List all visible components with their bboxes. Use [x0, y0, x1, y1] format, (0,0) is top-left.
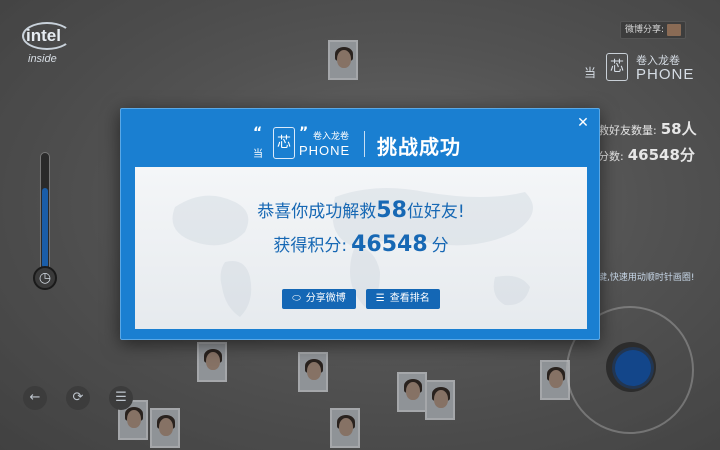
rescued-stat: 救好友数量: 58人: [598, 118, 697, 139]
result-panel: 恭喜你成功解救58位好友! 获得积分: 46548 分 ⬭ 分享微博 ☰ 查看排名: [135, 167, 587, 329]
logo-line2: PHONE: [299, 143, 351, 158]
share-weibo-button[interactable]: ⬭ 分享微博: [282, 289, 356, 309]
list-icon: ☰: [375, 293, 385, 304]
intel-logo: intel inside: [22, 22, 74, 68]
logo-word: intel: [26, 26, 61, 45]
refresh-icon[interactable]: ⟳: [66, 386, 90, 410]
dialog-header: “ 当 芯 ” 卷入龙卷 PHONE 挑战成功: [121, 125, 599, 163]
joystick-knob[interactable]: [615, 350, 651, 386]
campaign-chip: 芯: [606, 53, 628, 81]
share-button-label: 分享微博: [305, 293, 346, 304]
rescued-label: 救好友数量:: [598, 124, 657, 137]
rescued-value: 58人: [660, 120, 697, 138]
view-ranking-button[interactable]: ☰ 查看排名: [365, 289, 440, 309]
rescued-count: 58: [376, 198, 407, 223]
dialog-title: 挑战成功: [377, 135, 461, 159]
back-arrow-icon[interactable]: ←: [23, 386, 47, 410]
campaign-dang: 当: [584, 66, 597, 80]
campaign-logo: “ 当 芯 ” 卷入龙卷 PHONE: [253, 125, 353, 163]
quote-close: ”: [299, 125, 309, 141]
score-stat: 分数: 46548分: [598, 144, 695, 165]
clock-icon: ◷: [33, 266, 57, 290]
share-tag-label: 微博分享:: [625, 25, 665, 35]
score-prefix: 获得积分:: [273, 236, 348, 256]
campaign-line2: PHONE: [636, 66, 695, 83]
logo-dang: 当: [253, 149, 263, 160]
logo-line1: 卷入龙卷: [313, 132, 350, 142]
progress-thermometer: ◷: [33, 152, 57, 290]
message-suffix: 位好友!: [406, 202, 465, 222]
header-divider: [364, 131, 365, 157]
rank-button-label: 查看排名: [389, 293, 430, 304]
quote-open: “: [253, 125, 263, 141]
message-prefix: 恭喜你成功解救: [257, 202, 377, 222]
bottom-toolbar: ← ⟳ ☰: [23, 386, 133, 410]
score-label: 分数:: [598, 150, 624, 163]
score-number: 46548: [351, 232, 428, 257]
hint-text: 键,快速用动顺时针画圈!: [598, 273, 695, 283]
list-icon[interactable]: ☰: [109, 386, 133, 410]
score-message: 获得积分: 46548 分: [135, 231, 587, 257]
speech-bubble-icon: ⬭: [292, 293, 301, 304]
logo-chip: 芯: [273, 127, 295, 159]
score-suffix: 分: [431, 236, 449, 256]
weibo-share-tag[interactable]: 微博分享:: [620, 21, 687, 39]
rescue-message: 恭喜你成功解救58位好友!: [135, 197, 587, 223]
score-value: 46548分: [627, 146, 695, 164]
logo-sub: inside: [28, 53, 57, 65]
avatar: [667, 24, 682, 36]
success-dialog: ✕ “ 当 芯 ” 卷入龙卷 PHONE 挑战成功 恭喜你成功解救58位好友! …: [120, 108, 600, 340]
thermometer-fill: [42, 188, 48, 268]
dialog-buttons: ⬭ 分享微博 ☰ 查看排名: [135, 289, 587, 309]
